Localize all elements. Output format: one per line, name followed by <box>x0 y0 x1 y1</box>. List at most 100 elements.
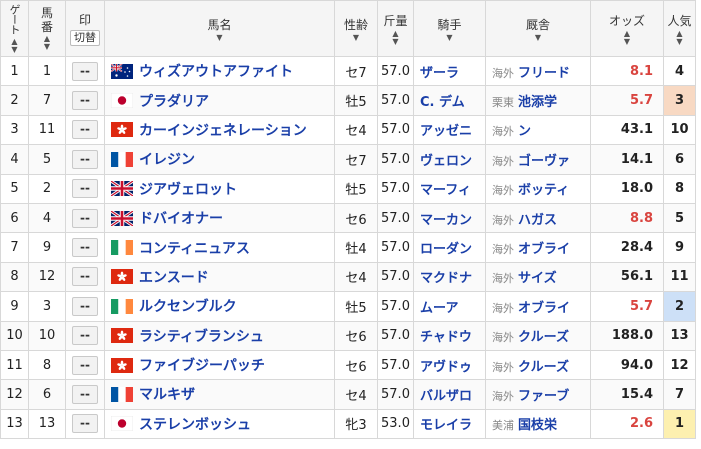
sexage-header[interactable]: 性齢 ▼ <box>334 0 378 57</box>
umaban-cell: 9 <box>28 232 66 263</box>
mark-select-button[interactable]: -- <box>72 120 98 140</box>
trainer-link[interactable]: オブライ <box>518 242 570 257</box>
umaban-cell: 7 <box>28 85 66 116</box>
mark-select-button[interactable]: -- <box>72 208 98 228</box>
jockey-link[interactable]: C. デム <box>413 85 486 116</box>
popularity-cell: 12 <box>663 349 696 381</box>
weight-cell: 57.0 <box>377 261 414 293</box>
ireland-flag-icon <box>111 240 133 256</box>
horse-name-link[interactable]: ラシティブランシュ <box>139 329 264 345</box>
trainer-link[interactable]: クルーズ <box>518 330 569 345</box>
umaban-cell: 8 <box>28 349 66 381</box>
horse-name-link[interactable]: マルキザ <box>139 387 195 403</box>
weight-header[interactable]: 斤量 ▲ ▼ <box>377 0 414 57</box>
trainer-link[interactable]: 池添学 <box>518 95 557 110</box>
jockey-header[interactable]: 騎手 ▼ <box>413 0 486 57</box>
jockey-link[interactable]: マーフィ <box>413 173 486 204</box>
horse-name-link[interactable]: コンティニュアス <box>139 241 250 257</box>
jockey-link[interactable]: アヴドゥ <box>413 349 486 381</box>
jockey-link[interactable]: バルザロ <box>413 379 486 410</box>
mark-select-button[interactable]: -- <box>72 326 98 346</box>
mark-select-button[interactable]: -- <box>72 355 98 375</box>
sexage-cell: 牡5 <box>334 291 378 322</box>
horse-name-link[interactable]: ルクセンブルク <box>139 299 237 315</box>
mark-select-button[interactable]: -- <box>72 384 98 404</box>
horse-name-header[interactable]: 馬名 ▼ <box>104 0 335 57</box>
odds-cell: 56.1 <box>590 261 664 293</box>
jockey-link[interactable]: ローダン <box>413 232 486 263</box>
horse-name-header-label: 馬名 <box>207 17 232 32</box>
trainer-link[interactable]: ファーブ <box>518 389 569 404</box>
hongkong-flag-icon <box>111 328 133 344</box>
popularity-cell: 10 <box>663 114 696 146</box>
trainer-link[interactable]: ン <box>518 124 531 139</box>
jockey-link[interactable]: ヴェロン <box>413 144 486 175</box>
trainer-header[interactable]: 厩舎 ▼ <box>485 0 591 57</box>
trainer-link[interactable]: ゴーヴァ <box>518 154 570 169</box>
trainer-link[interactable]: ボッティ <box>518 183 569 198</box>
jockey-link[interactable]: ムーア <box>413 291 486 322</box>
sexage-cell: 牡4 <box>334 232 378 263</box>
mark-select-button[interactable]: -- <box>72 179 98 199</box>
trainer-link[interactable]: オブライ <box>518 301 570 316</box>
horse-name-link[interactable]: ウィズアウトアファイト <box>139 64 293 80</box>
horse-name-link[interactable]: カーインジェネレーション <box>139 123 307 139</box>
trainer-header-label: 厩舎 <box>525 17 550 32</box>
mark-select-button[interactable]: -- <box>72 296 98 316</box>
trainer-link[interactable]: サイズ <box>518 271 557 286</box>
horse-name-link[interactable]: ジアヴェロット <box>139 182 237 198</box>
popularity-cell: 7 <box>663 379 696 410</box>
trainer-cell: 美浦 国枝栄 <box>485 408 591 440</box>
jockey-link[interactable]: マーカン <box>413 202 486 234</box>
mark-select-button[interactable]: -- <box>72 238 98 258</box>
mark-select-button[interactable]: -- <box>72 149 98 169</box>
umaban-header[interactable]: 馬 番 ▲ ▼ <box>28 0 66 57</box>
gate-cell: 6 <box>0 202 29 234</box>
popularity-cell: 2 <box>663 291 696 322</box>
trainer-link[interactable]: ハガス <box>518 213 557 228</box>
horse-name-link[interactable]: エンスード <box>139 270 209 286</box>
table-row: 11 8 -- ファイブジーパッチ セ6 57.0 アヴドゥ 海外 クルーズ 94… <box>0 349 696 381</box>
jockey-link[interactable]: モレイラ <box>413 408 486 440</box>
sexage-cell: セ7 <box>334 55 378 87</box>
horse-name-link[interactable]: イレジン <box>139 152 195 168</box>
horse-name-link[interactable]: ファイブジーパッチ <box>139 358 265 374</box>
trainer-cell: 海外 オブライ <box>485 232 591 263</box>
trainer-region: 栗東 <box>492 96 514 110</box>
horse-name-link[interactable]: ドバイオナー <box>139 211 223 227</box>
umaban-header-label-2: 番 <box>40 20 53 34</box>
sexage-cell: 牝3 <box>334 408 378 440</box>
trainer-cell: 海外 ボッティ <box>485 173 591 204</box>
mark-cell: -- <box>65 85 105 116</box>
horse-cell: ドバイオナー <box>104 202 335 234</box>
trainer-cell: 海外 サイズ <box>485 261 591 293</box>
jockey-link[interactable]: チャドウ <box>413 320 486 351</box>
trainer-link[interactable]: 国枝栄 <box>518 418 557 433</box>
trainer-cell: 海外 クルーズ <box>485 320 591 351</box>
gate-header[interactable]: ゲート ▲ ▼ <box>0 0 29 57</box>
trainer-cell: 海外 ファーブ <box>485 379 591 410</box>
jockey-link[interactable]: ザーラ <box>413 55 486 87</box>
horse-name-link[interactable]: プラダリア <box>139 94 209 110</box>
gate-cell: 8 <box>0 261 29 293</box>
jockey-link[interactable]: アッゼニ <box>413 114 486 146</box>
jockey-link[interactable]: マクドナ <box>413 261 486 293</box>
odds-header[interactable]: オッズ ▲ ▼ <box>590 0 664 57</box>
horse-name-link[interactable]: ステレンボッシュ <box>139 417 251 433</box>
umaban-cell: 3 <box>28 291 66 322</box>
mark-select-button[interactable]: -- <box>72 267 98 287</box>
hongkong-flag-icon <box>111 122 133 138</box>
weight-cell: 57.0 <box>377 291 414 322</box>
horse-cell: プラダリア <box>104 85 335 116</box>
mark-select-button[interactable]: -- <box>72 61 98 81</box>
france-flag-icon <box>111 151 133 167</box>
trainer-link[interactable]: クルーズ <box>518 360 569 375</box>
gate-header-label: ゲート <box>8 3 21 34</box>
mark-cell: -- <box>65 114 105 146</box>
mark-select-button[interactable]: -- <box>72 91 98 111</box>
popularity-header[interactable]: 人気 ▲ ▼ <box>663 0 696 57</box>
mark-toggle-button[interactable]: 切替 <box>70 30 100 46</box>
trainer-link[interactable]: フリード <box>518 66 570 81</box>
mark-select-button[interactable]: -- <box>72 414 98 434</box>
weight-cell: 57.0 <box>377 232 414 263</box>
